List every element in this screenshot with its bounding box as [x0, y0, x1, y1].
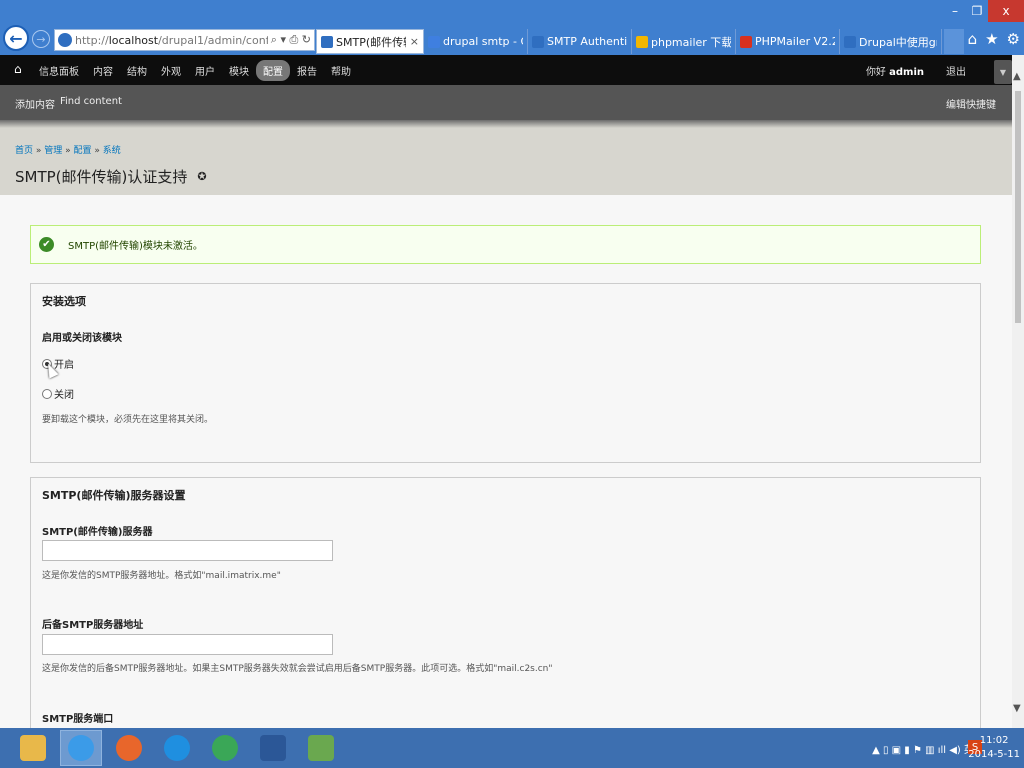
breadcrumb-admin[interactable]: 管理	[44, 146, 62, 156]
site-icon	[58, 33, 72, 47]
internet-explorer-icon	[68, 735, 94, 761]
taskbar-app-button[interactable]	[300, 730, 342, 766]
admin-menu-item[interactable]: 结构	[120, 60, 154, 81]
scroll-down-icon[interactable]: ▼	[1013, 703, 1021, 714]
smtp-port-label: SMTP服务端口	[42, 714, 114, 725]
firefox-icon	[116, 735, 142, 761]
taskbar-app-button[interactable]	[204, 730, 246, 766]
word-icon	[260, 735, 286, 761]
skype-icon	[164, 735, 190, 761]
scroll-up-icon[interactable]: ▲	[1013, 71, 1021, 82]
taskbar-app-button[interactable]	[12, 730, 54, 766]
taskbar: ▲ ▯ ▣ ▮ ⚑ ▥ ıll ◀) 英 S 11:02 2014-5-11	[0, 728, 1024, 768]
shortcut-add-content[interactable]: 添加内容	[15, 96, 55, 111]
drupal-icon	[321, 35, 333, 48]
field-description: 要卸载这个模块，必须先在这里将其关闭。	[42, 415, 214, 425]
restore-button[interactable]: ❐	[966, 0, 988, 22]
backup-server-description: 这是你发信的后备SMTP服务器地址。如果主SMTP服务器失效就会尝试启用后备SM…	[42, 664, 553, 674]
back-button[interactable]: ←	[3, 25, 29, 51]
admin-menu: 信息面板 内容 结构 外观 用户 模块 配置 报告 帮助	[32, 55, 358, 85]
settings-gear-icon[interactable]: ⚙	[1007, 30, 1020, 48]
system-tray[interactable]: ▲ ▯ ▣ ▮ ⚑ ▥ ıll ◀) 英	[872, 741, 974, 756]
main-content: ✔ SMTP(邮件传输)模块未激活。 安装选项 启用或关闭该模块 开启 关闭 要…	[0, 195, 1012, 728]
ie-icon	[844, 35, 856, 48]
admin-menu-item[interactable]: 外观	[154, 60, 188, 81]
taskbar-app-button[interactable]	[156, 730, 198, 766]
admin-menu-item[interactable]: 配置	[256, 59, 290, 81]
browser-tab[interactable]: Drupal中使用gma...	[840, 29, 942, 54]
username-link[interactable]: admin	[889, 67, 924, 78]
toolbar-shadow	[0, 120, 1012, 128]
chart-app-icon	[308, 735, 334, 761]
smtp-server-label: SMTP(邮件传输)服务器	[42, 527, 153, 538]
file-explorer-icon	[20, 735, 46, 761]
browser-chrome: – ❐ x ← → http://localhost/drupal1/admin…	[0, 0, 1024, 55]
drupal-icon	[532, 35, 544, 48]
radio-disable[interactable]: 关闭	[42, 386, 74, 401]
admin-menu-item[interactable]: 模块	[222, 60, 256, 81]
fieldset-legend: SMTP(邮件传输)服务器设置	[42, 489, 186, 502]
logout-link[interactable]: 退出	[946, 63, 966, 78]
home-icon[interactable]: ⌂	[968, 30, 978, 48]
checkmark-icon: ✔	[39, 237, 54, 252]
address-bar[interactable]: http://localhost/drupal1/admin/config/sy…	[54, 29, 315, 51]
shortcut-add-icon[interactable]: ✪	[197, 170, 206, 183]
admin-toolbar: ⌂ 信息面板 内容 结构 外观 用户 模块 配置 报告 帮助 你好 admin 退出 ▼	[0, 55, 1012, 85]
admin-menu-item[interactable]: 报告	[290, 60, 324, 81]
clock[interactable]: 11:02 2014-5-11	[968, 734, 1020, 762]
close-tab-icon[interactable]: ×	[410, 35, 419, 48]
browser-toolbar-icons: ⌂ ★ ⚙	[968, 30, 1020, 48]
minimize-button[interactable]: –	[944, 0, 966, 22]
radio-button-icon[interactable]	[42, 388, 52, 399]
install-options-fieldset: 安装选项 启用或关闭该模块 开启 关闭 要卸载这个模块，必须先在这里将其关闭。	[30, 283, 981, 463]
browser-tab[interactable]: SMTP(邮件传输...×	[316, 29, 424, 54]
field-label: 启用或关闭该模块	[42, 333, 122, 344]
admin-menu-item[interactable]: 内容	[86, 60, 120, 81]
admin-menu-item[interactable]: 帮助	[324, 60, 358, 81]
taskbar-app-button[interactable]	[108, 730, 150, 766]
backup-server-label: 后备SMTP服务器地址	[42, 620, 144, 631]
bing-icon	[636, 35, 648, 48]
taskbar-app-button[interactable]	[60, 730, 102, 766]
page-header: 首页 » 管理 » 配置 » 系统 SMTP(邮件传输)认证支持 ✪	[0, 128, 1012, 195]
shortcut-find-content[interactable]: Find content	[60, 96, 122, 107]
browser-tab[interactable]: drupal smtp - Go...	[424, 29, 528, 54]
forward-button[interactable]: →	[32, 30, 50, 48]
address-actions[interactable]: ⌕ ▾ ⎙ ↻	[268, 33, 314, 47]
favorites-icon[interactable]: ★	[985, 30, 998, 48]
breadcrumb-config[interactable]: 配置	[74, 146, 92, 156]
backup-server-input[interactable]	[42, 634, 333, 655]
admin-menu-item[interactable]: 用户	[188, 60, 222, 81]
smtp-server-fieldset: SMTP(邮件传输)服务器设置 SMTP(邮件传输)服务器 这是你发信的SMTP…	[30, 477, 981, 728]
status-message: ✔ SMTP(邮件传输)模块未激活。	[30, 225, 981, 264]
chrome-icon	[212, 735, 238, 761]
toolbar-home-icon[interactable]: ⌂	[14, 62, 22, 76]
breadcrumb-system[interactable]: 系统	[103, 146, 121, 156]
taskbar-app-button[interactable]	[252, 730, 294, 766]
user-greeting: 你好 admin	[865, 67, 924, 78]
browser-tab[interactable]: PHPMailer V2.2.1...	[736, 29, 840, 54]
page-title: SMTP(邮件传输)认证支持 ✪	[15, 168, 207, 186]
tab-strip: SMTP(邮件传输...×drupal smtp - Go...SMTP Aut…	[316, 29, 942, 54]
address-url[interactable]: http://localhost/drupal1/admin/config/sy…	[75, 34, 268, 47]
breadcrumb: 首页 » 管理 » 配置 » 系统	[15, 146, 121, 156]
window-controls: – ❐ x	[944, 0, 1024, 22]
smtp-server-description: 这是你发信的SMTP服务器地址。格式如"mail.imatrix.me"	[42, 571, 281, 581]
breadcrumb-home[interactable]: 首页	[15, 146, 33, 156]
browser-tab[interactable]: phpmailer 下载 2...	[632, 29, 736, 54]
edit-shortcuts-link[interactable]: 编辑快捷键	[946, 96, 996, 111]
page-scrollbar[interactable]: ▲ ▼	[1012, 55, 1024, 728]
toolbar-toggle-icon[interactable]: ▼	[994, 60, 1012, 84]
scrollbar-thumb[interactable]	[1015, 91, 1021, 323]
close-button[interactable]: x	[988, 0, 1024, 22]
browser-tab[interactable]: SMTP Authenticat...	[528, 29, 632, 54]
google-icon	[428, 35, 440, 48]
smtp-server-input[interactable]	[42, 540, 333, 561]
flame-icon	[740, 35, 752, 48]
new-tab-button[interactable]	[944, 29, 964, 54]
shortcuts-bar: 添加内容 Find content 编辑快捷键	[0, 85, 1012, 120]
admin-menu-item[interactable]: 信息面板	[32, 60, 86, 81]
fieldset-legend: 安装选项	[42, 295, 86, 308]
